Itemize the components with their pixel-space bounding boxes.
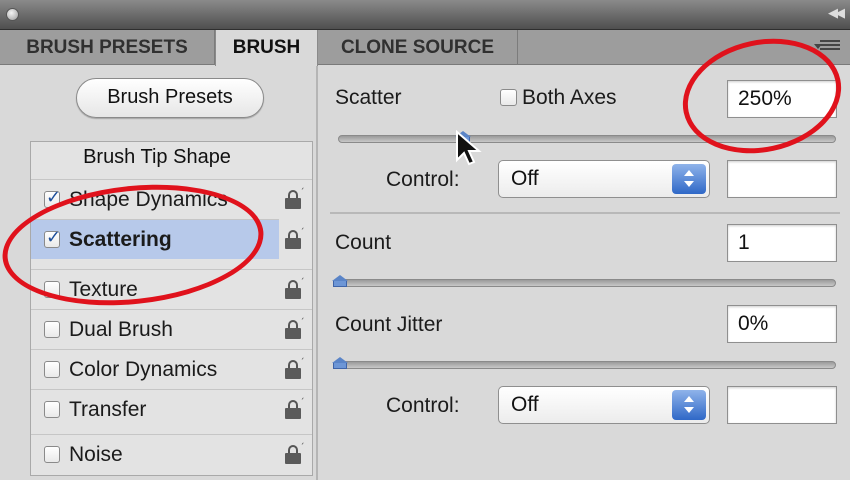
count-slider[interactable] <box>338 279 836 287</box>
list-item-label: Color Dynamics <box>69 358 218 381</box>
panel-title-bar[interactable]: ◀◀ <box>0 0 850 30</box>
scatter-control-label: Control: <box>386 168 460 191</box>
both-axes-checkbox[interactable] <box>500 89 517 106</box>
list-item[interactable]: Dual Brush ´ <box>31 309 312 349</box>
tab-clone-source[interactable]: CLONE SOURCE <box>318 30 518 65</box>
list-item[interactable]: Transfer ´ <box>31 389 312 429</box>
count-jitter-control-select[interactable]: Off <box>498 386 710 424</box>
brush-tip-shape-item[interactable]: Brush Tip Shape <box>31 146 283 169</box>
tab-brush[interactable]: BRUSH <box>215 30 318 66</box>
tab-brush-presets[interactable]: BRUSH PRESETS <box>0 30 215 65</box>
both-axes-label: Both Axes <box>522 86 617 109</box>
section-divider <box>330 212 840 214</box>
count-jitter-slider-thumb[interactable] <box>332 357 348 369</box>
lock-icon[interactable]: ´ <box>285 278 305 299</box>
close-icon[interactable] <box>6 8 19 21</box>
scatter-label: Scatter <box>335 86 402 109</box>
column-divider <box>316 66 318 480</box>
select-stepper-icon <box>672 164 706 194</box>
option-checkbox[interactable] <box>44 401 60 418</box>
list-item[interactable]: Color Dynamics ´ <box>31 349 312 389</box>
count-label: Count <box>335 231 392 254</box>
brush-panel: ◀◀ BRUSH PRESETS BRUSH CLONE SOURCE Brus… <box>0 0 850 480</box>
count-jitter-control-field[interactable] <box>727 386 837 424</box>
select-stepper-icon <box>672 390 706 420</box>
list-item[interactable]: Noise ´ <box>31 434 312 474</box>
count-jitter-label: Count Jitter <box>335 313 443 336</box>
option-checkbox[interactable] <box>44 321 60 338</box>
lock-icon[interactable]: ´ <box>285 443 305 464</box>
scatter-control-select[interactable]: Off <box>498 160 710 198</box>
count-value-field[interactable]: 1 <box>727 224 837 262</box>
collapse-icon[interactable]: ◀◀ <box>828 6 845 21</box>
count-jitter-control-value: Off <box>511 393 539 416</box>
brush-presets-button[interactable]: Brush Presets <box>76 78 264 118</box>
lock-icon[interactable]: ´ <box>285 398 305 419</box>
option-checkbox[interactable] <box>44 446 60 463</box>
scatter-control-value: Off <box>511 167 539 190</box>
count-jitter-slider[interactable] <box>338 361 836 369</box>
count-slider-thumb[interactable] <box>332 275 348 287</box>
lock-icon[interactable]: ´ <box>285 228 305 249</box>
list-item-label: Dual Brush <box>69 318 173 341</box>
option-checkbox[interactable] <box>44 361 60 378</box>
panel-menu-icon[interactable] <box>814 38 840 54</box>
scatter-control-field[interactable] <box>727 160 837 198</box>
lock-icon[interactable]: ´ <box>285 318 305 339</box>
lock-icon[interactable]: ´ <box>285 358 305 379</box>
list-item-label: Noise <box>69 443 123 466</box>
lock-icon[interactable]: ´ <box>285 188 305 209</box>
count-jitter-value-field[interactable]: 0% <box>727 305 837 343</box>
list-item-label: Transfer <box>69 398 147 421</box>
mouse-cursor-icon <box>456 130 482 166</box>
count-jitter-control-label: Control: <box>386 394 460 417</box>
